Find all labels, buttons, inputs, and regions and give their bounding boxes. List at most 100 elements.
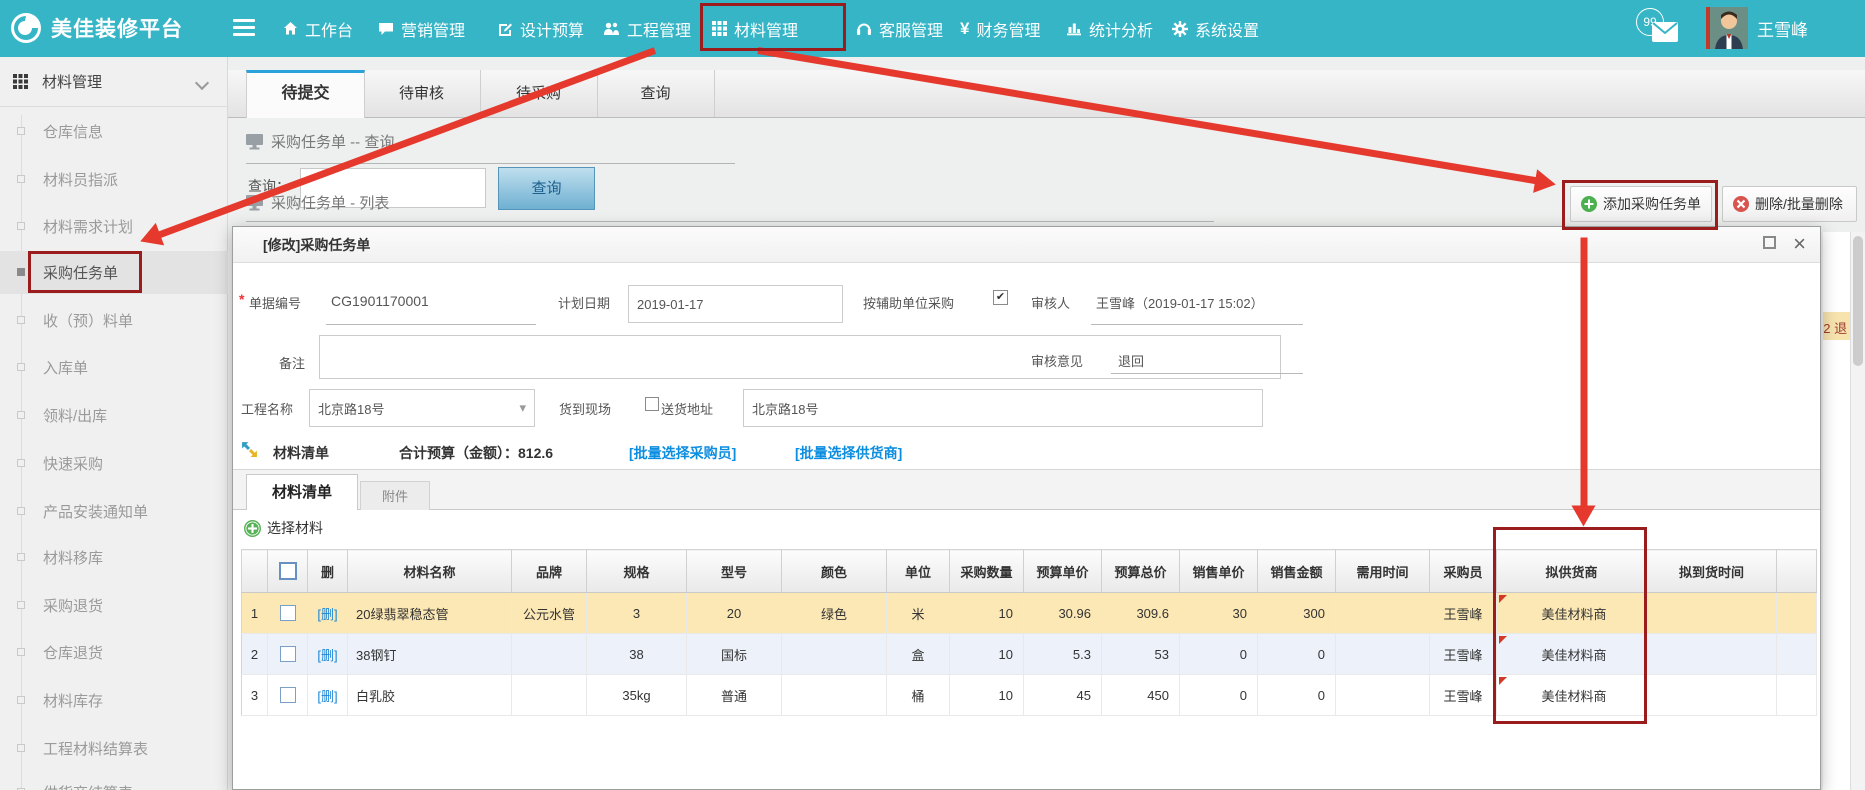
sidebar-item-settlement-sheet[interactable]: 工程材料结算表 bbox=[0, 732, 227, 764]
sidebar-item-material-assign[interactable]: 材料员指派 bbox=[0, 163, 227, 195]
batch-select-buyer-link[interactable]: [批量选择采购员] bbox=[629, 443, 736, 463]
nav-item-design-budget[interactable]: 设计预算 bbox=[498, 0, 584, 57]
sidebar-item-clipped[interactable]: 供货商结算表 bbox=[0, 776, 227, 790]
sidebar-header-material-mgmt[interactable]: 材料管理 bbox=[0, 57, 227, 107]
order-no-value[interactable]: CG1901170001 bbox=[331, 293, 429, 309]
row-checkbox[interactable] bbox=[280, 646, 296, 662]
order-no-label: 单据编号 bbox=[249, 293, 301, 312]
aux-unit-label: 按辅助单位采购 bbox=[863, 293, 954, 312]
delete-row-link[interactable]: [删] bbox=[308, 634, 348, 675]
tree-bullet bbox=[17, 175, 25, 183]
chat-icon bbox=[378, 21, 394, 36]
sidebar-item-purchase-return[interactable]: 采购退货 bbox=[0, 589, 227, 621]
annotation-box-add-button bbox=[1562, 180, 1718, 230]
edit-icon bbox=[498, 21, 513, 36]
tab-query[interactable]: 查询 bbox=[597, 70, 715, 117]
aux-unit-checkbox-checked[interactable]: ✔ bbox=[993, 290, 1008, 305]
row-checkbox[interactable] bbox=[280, 687, 296, 703]
plan-date-input[interactable]: 2019-01-17 bbox=[628, 285, 843, 323]
annotation-box-material-mgmt bbox=[700, 3, 846, 51]
sidebar-item-install-notice[interactable]: 产品安装通知单 bbox=[0, 495, 227, 527]
col-qty: 采购数量 bbox=[950, 550, 1024, 593]
brand-logo: 美佳装修平台 bbox=[10, 12, 183, 44]
page-tabstrip: 待提交 待审核 待采购 查询 bbox=[228, 70, 1865, 118]
scrollbar-thumb[interactable] bbox=[1853, 236, 1863, 366]
logo-icon bbox=[10, 12, 42, 44]
tree-bullet bbox=[17, 696, 25, 704]
col-model: 型号 bbox=[687, 550, 782, 593]
headset-icon bbox=[856, 21, 872, 36]
tab-pending-audit[interactable]: 待审核 bbox=[363, 70, 481, 117]
required-asterisk: * bbox=[239, 291, 244, 307]
transfer-arrows-icon bbox=[241, 441, 258, 458]
sidebar-item-material-move[interactable]: 材料移库 bbox=[0, 541, 227, 573]
app-window: 美佳装修平台 工作台 营销管理 设计预算 工程管理 材料管理 客服管理 ¥ bbox=[0, 0, 1865, 790]
inner-tab-material-list[interactable]: 材料清单 bbox=[246, 474, 358, 510]
annotation-box-purchase-task bbox=[28, 251, 142, 293]
select-all-checkbox[interactable] bbox=[279, 562, 297, 580]
plus-circle-icon bbox=[244, 520, 261, 537]
audit-opinion-value: 退回 bbox=[1118, 351, 1144, 370]
col-need-time: 需用时间 bbox=[1336, 550, 1430, 593]
sidebar-item-inbound-order[interactable]: 入库单 bbox=[0, 351, 227, 383]
arrive-site-label: 货到现场 bbox=[559, 399, 611, 418]
tree-bullet bbox=[17, 363, 25, 371]
sidebar-item-quick-purchase[interactable]: 快速采购 bbox=[0, 447, 227, 479]
select-caret-icon: ▾ bbox=[519, 400, 526, 416]
address-input: 北京路18号 bbox=[743, 389, 1263, 427]
home-icon bbox=[283, 21, 298, 36]
auditor-value: 王雪峰（2019-01-17 15:02） bbox=[1096, 293, 1264, 312]
mail-icon bbox=[1652, 22, 1678, 42]
sidebar-item-outbound[interactable]: 领料/出库 bbox=[0, 399, 227, 431]
tree-bullet bbox=[17, 459, 25, 467]
notifications-mail[interactable]: 99 bbox=[1636, 8, 1692, 50]
delete-row-link[interactable]: [删] bbox=[308, 675, 348, 716]
yuan-icon: ¥ bbox=[960, 19, 969, 39]
grid-icon bbox=[13, 74, 28, 89]
background-list-row-fragment: 02 退 bbox=[1823, 312, 1852, 340]
project-select[interactable]: 北京路18号 ▾ bbox=[309, 389, 535, 427]
select-material-button[interactable]: 选择材料 bbox=[244, 518, 323, 538]
tree-bullet bbox=[17, 411, 25, 419]
sidebar-item-warehouse-info[interactable]: 仓库信息 bbox=[0, 115, 227, 147]
bar-chart-icon bbox=[1066, 21, 1082, 36]
field-underline bbox=[1091, 324, 1303, 325]
delete-batch-button[interactable]: 删除/批量删除 bbox=[1722, 186, 1857, 222]
sidebar-item-receive-order[interactable]: 收（预）料单 bbox=[0, 304, 227, 336]
top-navbar: 美佳装修平台 工作台 营销管理 设计预算 工程管理 材料管理 客服管理 ¥ bbox=[0, 0, 1865, 57]
nav-item-statistics[interactable]: 统计分析 bbox=[1066, 0, 1153, 57]
nav-item-finance[interactable]: ¥ 财务管理 bbox=[960, 0, 1040, 57]
sidebar: 材料管理 仓库信息 材料员指派 材料需求计划 采购任务单 收（预）料单 入库单 … bbox=[0, 57, 228, 790]
annotation-box-supplier-column bbox=[1493, 527, 1647, 724]
sidebar-item-warehouse-return[interactable]: 仓库退货 bbox=[0, 636, 227, 668]
col-buyer: 采购员 bbox=[1430, 550, 1497, 593]
app-title: 美佳装修平台 bbox=[51, 13, 183, 43]
query-button[interactable]: 查询 bbox=[498, 167, 595, 210]
nav-item-customer-service[interactable]: 客服管理 bbox=[856, 0, 943, 57]
tree-bullet bbox=[17, 222, 25, 230]
avatar[interactable] bbox=[1706, 7, 1748, 49]
nav-item-workbench[interactable]: 工作台 bbox=[283, 0, 353, 57]
address-label: 送货地址 bbox=[661, 399, 713, 418]
current-user[interactable]: 王雪峰 bbox=[1757, 0, 1808, 57]
menu-toggle-icon[interactable] bbox=[233, 19, 255, 40]
material-list-label: 材料清单 bbox=[273, 443, 329, 463]
arrive-site-checkbox[interactable] bbox=[645, 397, 659, 411]
col-unit: 单位 bbox=[887, 550, 950, 593]
nav-item-settings[interactable]: 系统设置 bbox=[1172, 0, 1259, 57]
annotation-arrow-to-supplier-column bbox=[1581, 238, 1588, 508]
divider bbox=[246, 163, 735, 164]
plan-date-label: 计划日期 bbox=[558, 293, 610, 312]
close-icon[interactable]: × bbox=[1793, 231, 1806, 257]
sidebar-item-material-stock[interactable]: 材料库存 bbox=[0, 684, 227, 716]
nav-item-marketing[interactable]: 营销管理 bbox=[378, 0, 465, 57]
maximize-icon[interactable] bbox=[1763, 236, 1776, 249]
delete-row-link[interactable]: [删] bbox=[308, 593, 348, 634]
tree-bullet bbox=[17, 507, 25, 515]
row-checkbox[interactable] bbox=[280, 605, 296, 621]
tree-bullet bbox=[17, 648, 25, 656]
inner-tab-attachments[interactable]: 附件 bbox=[360, 481, 430, 510]
batch-select-supplier-link[interactable]: [批量选择供货商] bbox=[795, 443, 902, 463]
vertical-scrollbar[interactable] bbox=[1850, 232, 1865, 790]
tab-pending-submit[interactable]: 待提交 bbox=[246, 70, 365, 118]
